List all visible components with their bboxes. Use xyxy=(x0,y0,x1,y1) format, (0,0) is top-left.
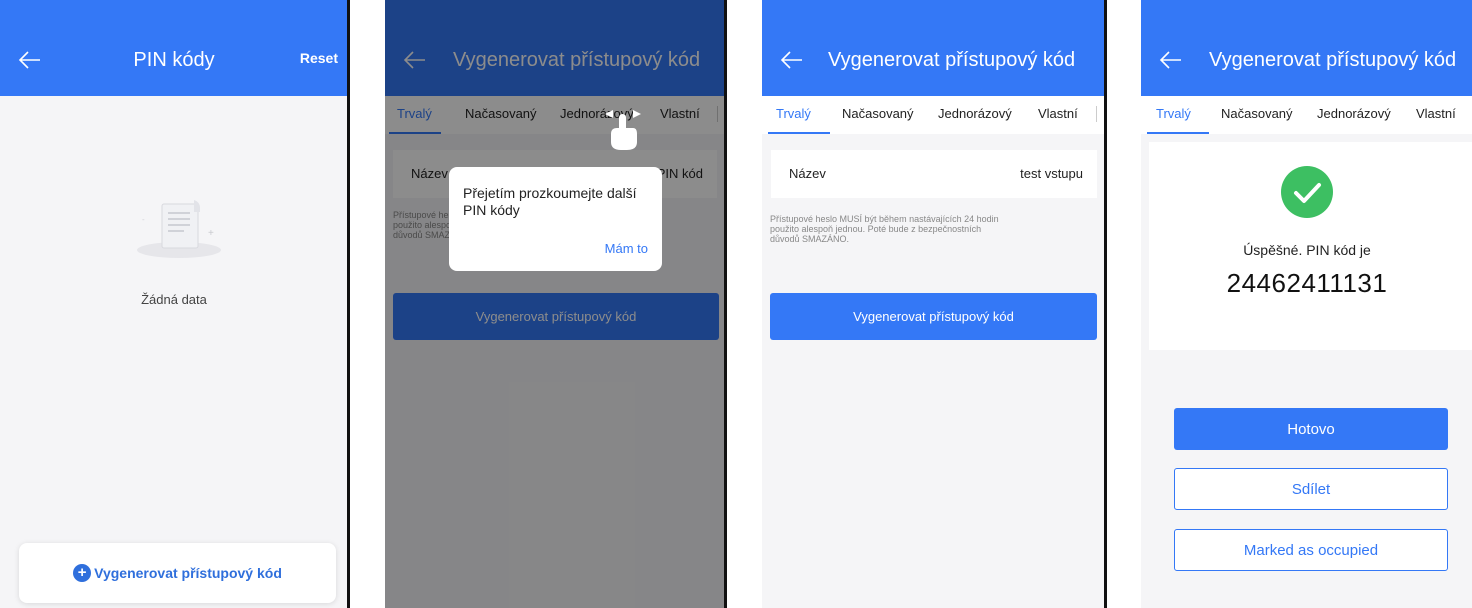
svg-text:-: - xyxy=(142,215,145,224)
svg-text:+: + xyxy=(208,228,214,239)
name-label: Název xyxy=(789,166,826,181)
page-title: Vygenerovat přístupový kód xyxy=(828,49,1076,71)
generated-result-screen: Vygenerovat přístupový kód Trvalý Načaso… xyxy=(1141,0,1472,608)
dialog-message: Přejetím prozkoumejte další PIN kódy xyxy=(463,185,637,218)
got-it-button[interactable]: Mám to xyxy=(605,241,648,256)
tab-permanent[interactable]: Trvalý xyxy=(776,106,811,121)
result-card: Úspěšné. PIN kód je 24462411131 xyxy=(1149,142,1472,350)
reset-button[interactable]: Reset xyxy=(300,50,338,66)
divider xyxy=(724,0,727,608)
share-button[interactable]: Sdílet xyxy=(1174,468,1448,510)
swipe-hand-icon xyxy=(603,108,643,152)
generate-button[interactable]: Vygenerovat přístupový kód xyxy=(770,293,1097,340)
pin-code: 24462411131 xyxy=(1226,268,1388,298)
success-message: Úspěšné. PIN kód je xyxy=(1243,242,1371,258)
tab-divider xyxy=(1096,106,1097,122)
tab-timed[interactable]: Načasovaný xyxy=(1221,106,1293,121)
done-button[interactable]: Hotovo xyxy=(1174,408,1448,450)
plus-circle-icon: + xyxy=(73,564,92,582)
swipe-hint-dialog: Přejetím prozkoumejte další PIN kódy Mám… xyxy=(449,167,662,271)
page-title: Vygenerovat přístupový kód xyxy=(1209,49,1457,71)
generate-screen-with-hint: Vygenerovat přístupový kód Trvalý Načaso… xyxy=(385,0,725,608)
mark-occupied-button[interactable]: Marked as occupied xyxy=(1174,529,1448,571)
back-arrow-icon[interactable] xyxy=(1153,46,1189,74)
active-tab-indicator xyxy=(1147,132,1209,134)
success-check-icon xyxy=(1281,166,1333,218)
tab-bar: Trvalý Načasovaný Jednorázový Vlastní xyxy=(1141,96,1472,134)
generate-code-button[interactable]: + Vygenerovat přístupový kód xyxy=(19,543,336,603)
divider xyxy=(347,0,350,608)
empty-document-icon: + - xyxy=(134,192,224,262)
tab-bar: Trvalý Načasovaný Jednorázový Vlastní xyxy=(762,96,1105,134)
page-title: PIN kódy xyxy=(133,49,215,71)
tab-custom[interactable]: Vlastní xyxy=(1038,106,1078,121)
pin-list-screen: PIN kódy Reset + - Žádná data + Vygenero… xyxy=(0,0,348,608)
tab-permanent[interactable]: Trvalý xyxy=(1156,106,1191,121)
note-line: důvodů SMAZÁNO. xyxy=(770,234,850,244)
name-row[interactable]: Název test vstupu xyxy=(771,150,1097,198)
tab-one-time[interactable]: Jednorázový xyxy=(938,106,1012,121)
empty-state-text: Žádná data xyxy=(141,292,207,307)
content-area xyxy=(0,96,348,608)
active-tab-indicator xyxy=(768,132,830,134)
tab-one-time[interactable]: Jednorázový xyxy=(1317,106,1391,121)
generate-code-label: Vygenerovat přístupový kód xyxy=(94,565,282,581)
name-value[interactable]: test vstupu xyxy=(1020,166,1083,181)
note-line: Přístupové heslo MUSÍ být během nastávaj… xyxy=(770,214,999,224)
tab-timed[interactable]: Načasovaný xyxy=(842,106,914,121)
note-line: použito alespoň jednou. Poté bude z bezp… xyxy=(770,224,982,234)
tab-custom[interactable]: Vlastní xyxy=(1416,106,1456,121)
back-arrow-icon[interactable] xyxy=(774,46,810,74)
divider xyxy=(1104,0,1107,608)
modal-overlay[interactable] xyxy=(385,0,725,608)
info-note: Přístupové heslo MUSÍ být během nastávaj… xyxy=(770,214,999,244)
generate-screen: Vygenerovat přístupový kód Trvalý Načaso… xyxy=(762,0,1105,608)
